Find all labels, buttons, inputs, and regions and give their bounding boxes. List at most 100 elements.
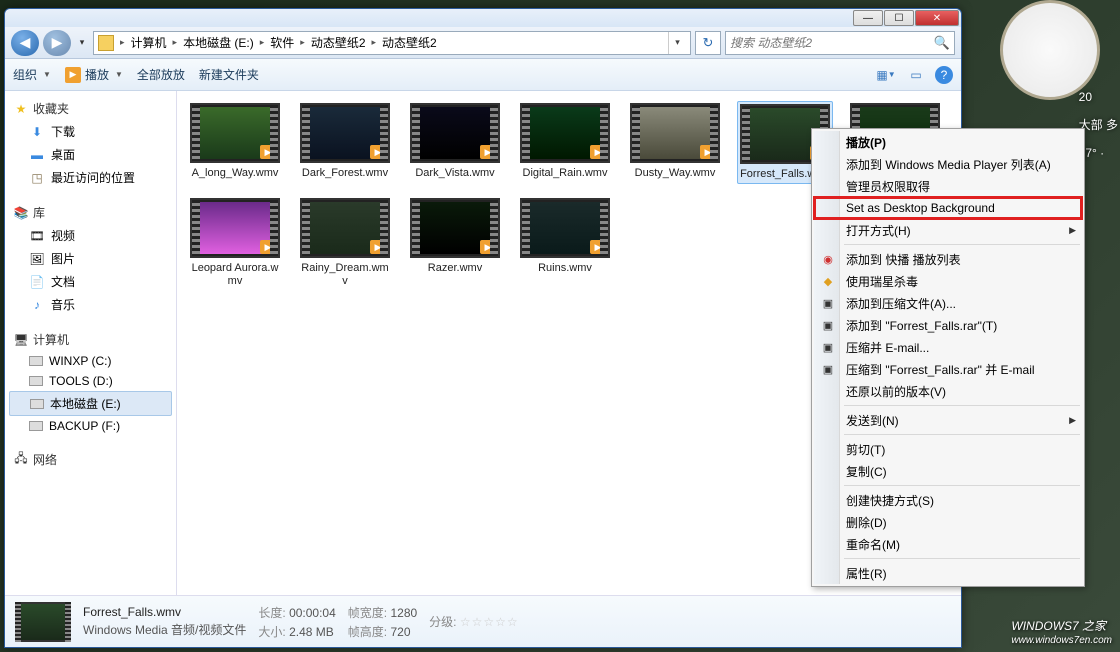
context-menu-item[interactable]: 打开方式(H)▶ [814,219,1082,241]
film-thumbnail: ▶ [410,198,500,258]
file-item[interactable]: ▶ Rainy_Dream.wmv [297,196,393,290]
file-label: Leopard Aurora.wmv [189,262,281,288]
sidebar-item-pictures[interactable]: 🖼图片 [5,247,176,270]
context-menu-item[interactable]: ◉添加到 快播 播放列表 [814,248,1082,270]
nav-history-dropdown[interactable]: ▾ [75,32,89,54]
breadcrumb[interactable]: 动态壁纸2 [378,34,441,51]
sidebar-item-drive-e[interactable]: 本地磁盘 (E:) [9,391,172,416]
context-label: 添加到 "Forrest_Falls.rar"(T) [846,317,997,334]
play-badge-icon: ▶ [480,240,496,254]
context-menu-item[interactable]: ▣添加到 "Forrest_Falls.rar"(T) [814,314,1082,336]
context-menu-item[interactable]: 播放(P) [814,131,1082,153]
sidebar-computer-header[interactable]: 🖥计算机 [5,328,176,351]
sidebar-item-music[interactable]: ♪音乐 [5,293,176,316]
file-item[interactable]: ▶ Dusty_Way.wmv [627,101,723,184]
watermark: WINDOWS7 之家 www.windows7en.com [1011,617,1112,646]
maximize-button[interactable]: ☐ [884,10,914,26]
film-thumbnail: ▶ [520,198,610,258]
breadcrumb[interactable]: 计算机 [127,34,171,51]
context-menu-item[interactable]: ▣压缩到 "Forrest_Falls.rar" 并 E-mail [814,358,1082,380]
context-menu-item[interactable]: 管理员权限取得 [814,175,1082,197]
search-icon[interactable]: 🔍 [934,35,950,51]
new-folder-button[interactable]: 新建文件夹 [199,66,259,83]
context-menu-item[interactable]: 还原以前的版本(V) [814,380,1082,402]
sidebar-libraries-header[interactable]: 📚库 [5,201,176,224]
breadcrumb[interactable]: 软件 [266,34,298,51]
context-separator [844,244,1080,245]
context-menu-item[interactable]: 发送到(N)▶ [814,409,1082,431]
file-item[interactable]: ▶ Dark_Forest.wmv [297,101,393,184]
film-thumbnail: ▶ [300,103,390,163]
address-bar[interactable]: ▸ 计算机▸ 本地磁盘 (E:)▸ 软件▸ 动态壁纸2▸ 动态壁纸2 ▾ [93,31,691,55]
sidebar-item-recent[interactable]: ◳最近访问的位置 [5,166,176,189]
file-label: Rainy_Dream.wmv [299,262,391,288]
context-menu-item[interactable]: ◆使用瑞星杀毒 [814,270,1082,292]
preview-pane-button[interactable]: ▭ [905,65,927,85]
file-item[interactable]: ▶ Ruins.wmv [517,196,613,290]
file-label: Razer.wmv [428,262,482,275]
file-item[interactable]: ▶ Dark_Vista.wmv [407,101,503,184]
file-item[interactable]: ▶ Razer.wmv [407,196,503,290]
context-label: 复制(C) [846,463,887,480]
breadcrumb[interactable]: 动态壁纸2 [307,34,370,51]
context-menu-item[interactable]: Set as Desktop Background [814,197,1082,219]
context-menu-item[interactable]: ▣添加到压缩文件(A)... [814,292,1082,314]
file-label: A_long_Way.wmv [192,167,279,180]
context-label: 剪切(T) [846,441,885,458]
file-label: Ruins.wmv [538,262,592,275]
titlebar: — ☐ ✕ [5,9,961,27]
context-menu-item[interactable]: 属性(R) [814,562,1082,584]
breadcrumb[interactable]: 本地磁盘 (E:) [179,34,258,51]
context-menu-item[interactable]: 重命名(M) [814,533,1082,555]
context-menu-item[interactable]: 添加到 Windows Media Player 列表(A) [814,153,1082,175]
file-item[interactable]: ▶ Digital_Rain.wmv [517,101,613,184]
forward-button[interactable]: ▶ [43,30,71,56]
file-label: Dusty_Way.wmv [635,167,716,180]
context-label: 管理员权限取得 [846,178,930,195]
context-menu-item[interactable]: 剪切(T) [814,438,1082,460]
file-label: Digital_Rain.wmv [523,167,608,180]
back-button[interactable]: ◀ [11,30,39,56]
file-label: Dark_Vista.wmv [415,167,494,180]
close-button[interactable]: ✕ [915,10,959,26]
nav-bar: ◀ ▶ ▾ ▸ 计算机▸ 本地磁盘 (E:)▸ 软件▸ 动态壁纸2▸ 动态壁纸2… [5,27,961,59]
search-box[interactable]: 🔍 [725,31,955,55]
play-button[interactable]: ▶播放▼ [65,66,123,83]
sidebar-item-desktop[interactable]: ▬桌面 [5,143,176,166]
context-menu-item[interactable]: 复制(C) [814,460,1082,482]
context-menu-item[interactable]: 删除(D) [814,511,1082,533]
context-label: 删除(D) [846,514,887,531]
address-dropdown[interactable]: ▾ [668,32,686,54]
sidebar-item-drive-c[interactable]: WINXP (C:) [5,351,176,371]
play-badge-icon: ▶ [700,145,716,159]
context-icon: ▣ [820,361,836,377]
sidebar: ★收藏夹 ⬇下载 ▬桌面 ◳最近访问的位置 📚库 🎞视频 🖼图片 📄文档 ♪音乐… [5,91,177,595]
details-thumbnail [15,602,71,642]
refresh-button[interactable]: ↻ [695,31,721,55]
minimize-button[interactable]: — [853,10,883,26]
details-pane: Forrest_Falls.wmv Windows Media 音频/视频文件 … [5,595,961,647]
help-button[interactable]: ? [935,66,953,84]
sidebar-item-documents[interactable]: 📄文档 [5,270,176,293]
context-separator [844,558,1080,559]
view-options-button[interactable]: ▦ ▼ [875,65,897,85]
sidebar-item-downloads[interactable]: ⬇下载 [5,120,176,143]
context-label: 播放(P) [846,134,886,151]
sidebar-item-drive-d[interactable]: TOOLS (D:) [5,371,176,391]
sidebar-network-header[interactable]: 🖧网络 [5,448,176,471]
sidebar-favorites-header[interactable]: ★收藏夹 [5,97,176,120]
play-badge-icon: ▶ [590,145,606,159]
details-filename: Forrest_Falls.wmv [83,605,246,619]
folder-icon [98,35,114,51]
film-thumbnail: ▶ [190,103,280,163]
sidebar-item-videos[interactable]: 🎞视频 [5,224,176,247]
file-item[interactable]: ▶ Leopard Aurora.wmv [187,196,283,290]
context-menu-item[interactable]: ▣压缩并 E-mail... [814,336,1082,358]
search-input[interactable] [730,36,934,50]
file-item[interactable]: ▶ A_long_Way.wmv [187,101,283,184]
organize-button[interactable]: 组织▼ [13,66,51,83]
sidebar-item-drive-f[interactable]: BACKUP (F:) [5,416,176,436]
context-menu-item[interactable]: 创建快捷方式(S) [814,489,1082,511]
play-all-button[interactable]: 全部放放 [137,66,185,83]
details-type: Windows Media 音频/视频文件 [83,621,246,638]
